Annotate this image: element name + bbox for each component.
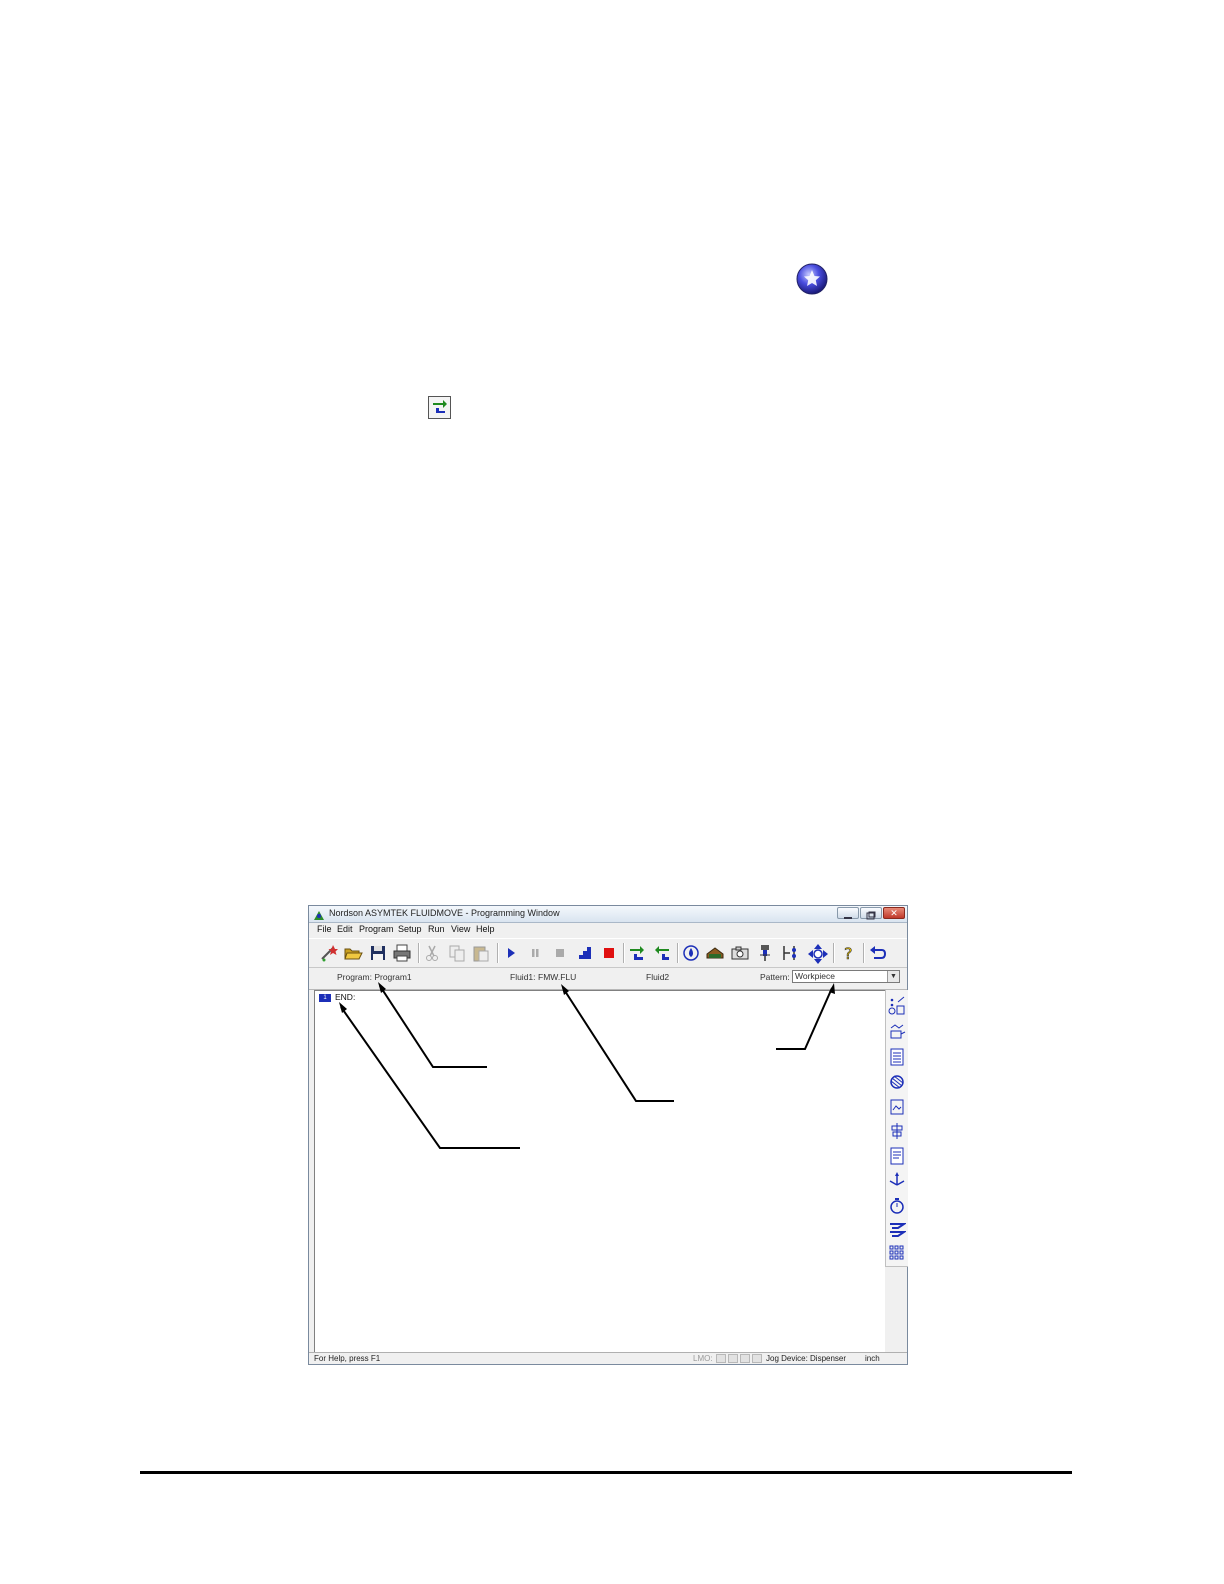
- callout-lines: [339, 982, 835, 1149]
- footer-rule: [140, 1471, 1072, 1474]
